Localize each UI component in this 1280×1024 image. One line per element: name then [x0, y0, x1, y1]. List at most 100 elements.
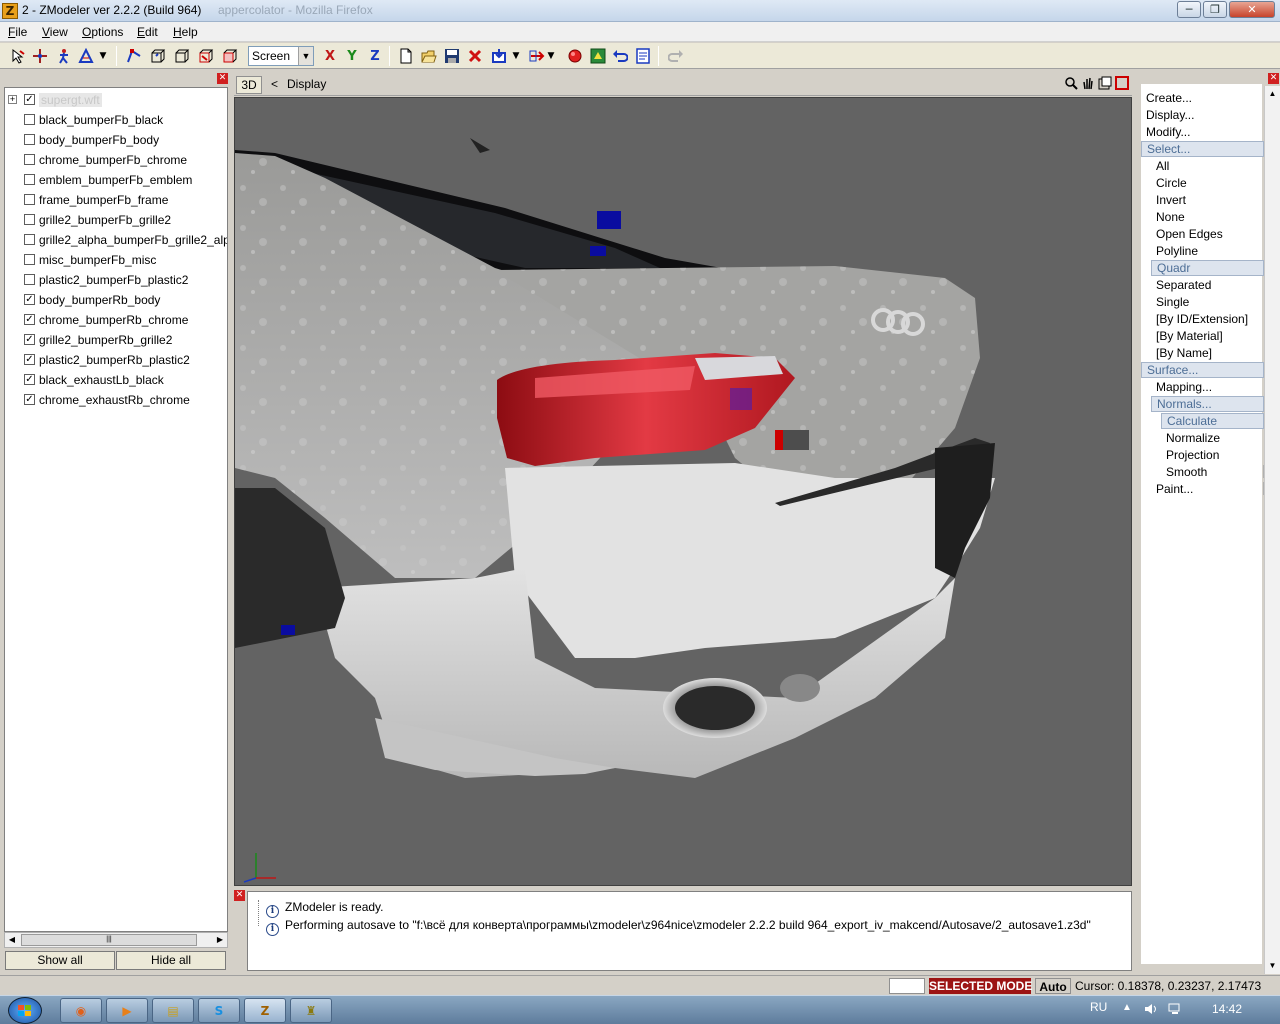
command-item[interactable]: Open Edges: [1156, 226, 1223, 242]
axis-y-toggle[interactable]: Y: [342, 46, 362, 66]
scroll-right-icon[interactable]: ▶: [213, 933, 227, 947]
render-icon[interactable]: [588, 46, 608, 66]
coordinate-space-select[interactable]: Screen ▼: [248, 46, 314, 66]
object-row[interactable]: chrome_bumperFb_chrome: [5, 150, 227, 170]
export-icon[interactable]: [527, 46, 547, 66]
command-item[interactable]: Smooth: [1166, 464, 1207, 480]
command-item[interactable]: Circle: [1156, 175, 1187, 191]
scroll-left-icon[interactable]: ◀: [5, 933, 19, 947]
object-row[interactable]: black_bumperFb_black: [5, 110, 227, 130]
object-row[interactable]: plastic2_bumperFb_plastic2: [5, 270, 227, 290]
command-item[interactable]: Polyline: [1156, 243, 1198, 259]
command-item[interactable]: Mapping...: [1156, 379, 1212, 395]
close-icon[interactable]: ✕: [234, 890, 245, 901]
menu-file[interactable]: File: [8, 25, 27, 39]
language-indicator[interactable]: RU: [1090, 1000, 1107, 1014]
walk-icon[interactable]: [54, 46, 74, 66]
visibility-checkbox[interactable]: ✓: [24, 314, 35, 325]
hide-all-button[interactable]: Hide all: [116, 951, 226, 970]
open-folder-icon[interactable]: [419, 46, 439, 66]
box-wire-icon[interactable]: [172, 46, 192, 66]
command-item[interactable]: Projection: [1166, 447, 1219, 463]
undo-icon[interactable]: [610, 46, 630, 66]
axis-z-toggle[interactable]: Z: [365, 46, 385, 66]
visibility-checkbox[interactable]: [24, 114, 35, 125]
object-row[interactable]: + ✓ supergt.wft: [5, 90, 227, 110]
command-item[interactable]: Normalize: [1166, 430, 1220, 446]
menu-view[interactable]: View: [42, 25, 68, 39]
close-icon[interactable]: ✕: [1268, 73, 1279, 84]
object-row[interactable]: ✓ chrome_bumperRb_chrome: [5, 310, 227, 330]
command-item[interactable]: [By Name]: [1156, 345, 1212, 361]
box-red-alt-icon[interactable]: [220, 46, 240, 66]
command-item[interactable]: Normals...: [1151, 396, 1264, 412]
minimize-button[interactable]: ─: [1177, 1, 1201, 18]
network-icon[interactable]: [1168, 1002, 1182, 1019]
visibility-checkbox[interactable]: [24, 134, 35, 145]
box-red-icon[interactable]: [196, 46, 216, 66]
pan-icon[interactable]: [1080, 76, 1096, 92]
box-icon[interactable]: [148, 46, 168, 66]
visibility-checkbox[interactable]: [24, 214, 35, 225]
close-icon[interactable]: ✕: [217, 73, 228, 84]
object-row[interactable]: frame_bumperFb_frame: [5, 190, 227, 210]
command-item[interactable]: Single: [1156, 294, 1189, 310]
object-row[interactable]: ✓ black_exhaustLb_black: [5, 370, 227, 390]
notes-icon[interactable]: [633, 46, 653, 66]
visibility-checkbox[interactable]: ✓: [24, 354, 35, 365]
command-item[interactable]: Select...: [1141, 141, 1264, 157]
command-item[interactable]: Surface...: [1141, 362, 1264, 378]
command-item[interactable]: None: [1156, 209, 1185, 225]
object-row[interactable]: grille2_bumperFb_grille2: [5, 210, 227, 230]
command-item[interactable]: Invert: [1156, 192, 1186, 208]
command-item[interactable]: [By ID/Extension]: [1156, 311, 1248, 327]
command-item[interactable]: Display...: [1146, 107, 1194, 123]
view-mode-button[interactable]: 3D: [236, 76, 262, 94]
object-row[interactable]: ✓ plastic2_bumperRb_plastic2: [5, 350, 227, 370]
dropdown-icon[interactable]: ▼: [96, 46, 110, 66]
close-window-button[interactable]: ✕: [1229, 1, 1275, 18]
tray-expand-icon[interactable]: ▲: [1122, 1002, 1132, 1013]
visibility-checkbox[interactable]: [24, 154, 35, 165]
visibility-checkbox[interactable]: ✓: [24, 94, 35, 105]
record-icon[interactable]: [565, 46, 585, 66]
dropdown-icon[interactable]: ▼: [510, 46, 522, 66]
vertical-scrollbar[interactable]: ▲ ▼: [1264, 86, 1280, 974]
object-row[interactable]: body_bumperFb_body: [5, 130, 227, 150]
new-file-icon[interactable]: [396, 46, 416, 66]
start-button[interactable]: [8, 997, 42, 1024]
menu-edit[interactable]: Edit: [137, 25, 158, 39]
object-row[interactable]: grille2_alpha_bumperFb_grille2_alpha: [5, 230, 227, 250]
object-row[interactable]: emblem_bumperFb_emblem: [5, 170, 227, 190]
command-item[interactable]: All: [1156, 158, 1169, 174]
visibility-checkbox[interactable]: ✓: [24, 374, 35, 385]
command-item[interactable]: Calculate: [1161, 413, 1264, 429]
axis-x-toggle[interactable]: X: [320, 46, 340, 66]
skype-icon[interactable]: S: [198, 998, 240, 1023]
volume-icon[interactable]: [1144, 1002, 1158, 1019]
scroll-up-icon[interactable]: ▲: [1265, 86, 1280, 101]
menu-options[interactable]: Options: [82, 25, 123, 39]
restore-view-icon[interactable]: [1114, 76, 1130, 92]
maximize-button[interactable]: ❐: [1203, 1, 1227, 18]
nav-back-button[interactable]: <: [271, 77, 278, 91]
import-icon[interactable]: [489, 46, 509, 66]
3d-viewport[interactable]: [234, 97, 1132, 886]
vertex-icon[interactable]: [124, 46, 144, 66]
visibility-checkbox[interactable]: ✓: [24, 334, 35, 345]
clock[interactable]: 14:42: [1212, 1002, 1242, 1016]
show-all-button[interactable]: Show all: [5, 951, 115, 970]
zmodeler-icon[interactable]: Z: [244, 998, 286, 1023]
visibility-checkbox[interactable]: [24, 174, 35, 185]
redo-icon[interactable]: [666, 46, 686, 66]
command-item[interactable]: Separated: [1156, 277, 1211, 293]
object-row[interactable]: ✓ chrome_exhaustRb_chrome: [5, 390, 227, 410]
scrollbar-thumb[interactable]: |||: [21, 934, 197, 946]
move-icon[interactable]: [30, 46, 50, 66]
command-item[interactable]: Quadr: [1151, 260, 1264, 276]
command-item[interactable]: Modify...: [1146, 124, 1190, 140]
object-row[interactable]: ✓ grille2_bumperRb_grille2: [5, 330, 227, 350]
zoom-icon[interactable]: [1063, 76, 1079, 92]
menu-help[interactable]: Help: [173, 25, 198, 39]
object-row[interactable]: misc_bumperFb_misc: [5, 250, 227, 270]
